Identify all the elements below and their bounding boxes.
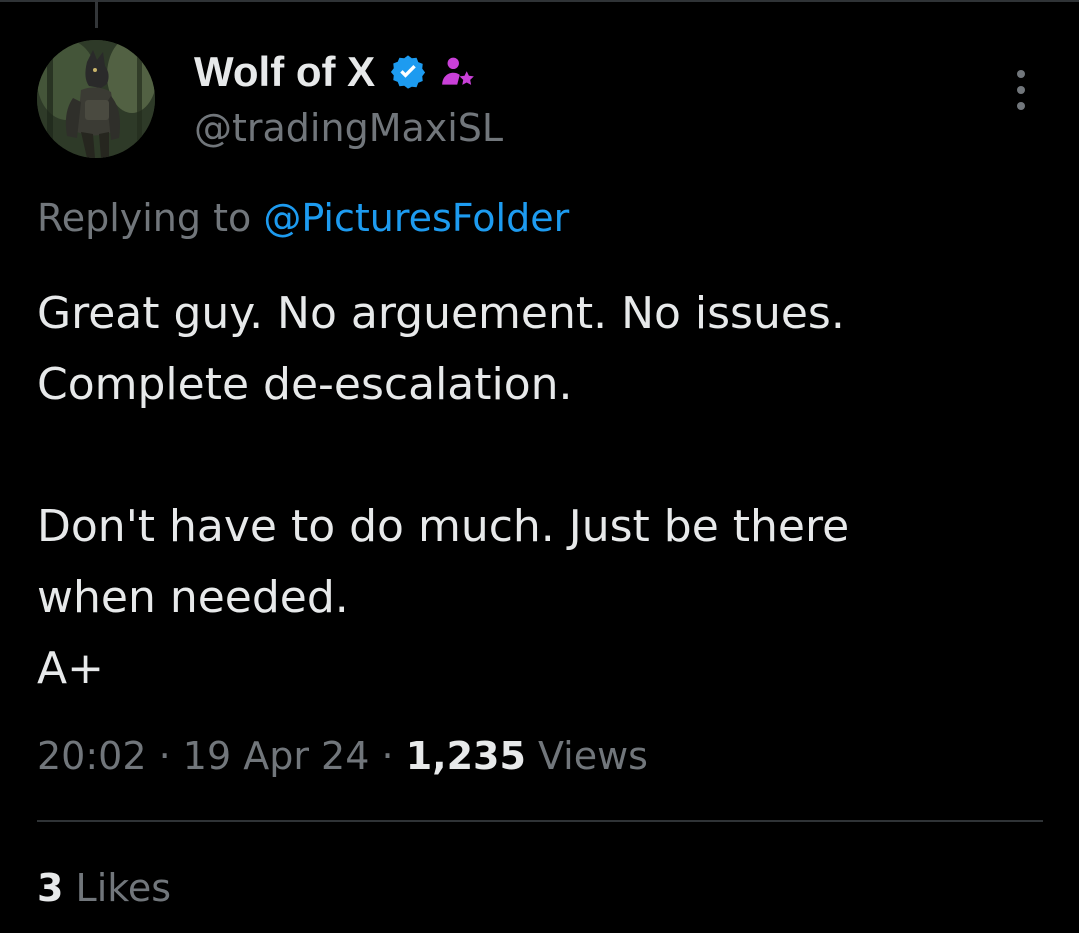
tweet-text-line: Complete de-escalation. <box>37 359 573 410</box>
thread-connector-line <box>95 0 98 28</box>
tweet-date[interactable]: 19 Apr 24 <box>183 734 370 778</box>
tweet-time[interactable]: 20:02 <box>37 734 147 778</box>
tweet-meta: 20:02 · 19 Apr 24 · 1,235 Views <box>37 732 648 780</box>
likes-label[interactable]: Likes <box>76 866 172 910</box>
verified-badge-icon[interactable] <box>389 53 427 91</box>
replying-to-line: Replying to @PicturesFolder <box>37 194 569 242</box>
likes-count[interactable]: 3 <box>37 866 63 910</box>
more-vertical-icon[interactable] <box>1004 70 1038 110</box>
divider <box>37 820 1043 822</box>
more-dot <box>1017 86 1025 94</box>
tweet-text-line: when needed. <box>37 572 349 623</box>
tweet-text-line: A+ <box>37 643 104 694</box>
meta-separator: · <box>158 734 171 778</box>
tweet-text: Great guy. No arguement. No issues. Comp… <box>37 278 1037 704</box>
tweet-text-line: Don't have to do much. Just be there <box>37 501 850 552</box>
author-display-name[interactable]: Wolf of X <box>194 48 375 96</box>
meta-separator: · <box>381 734 394 778</box>
top-border <box>0 0 1079 2</box>
author-display-name-row[interactable]: Wolf of X <box>194 48 477 96</box>
affiliate-badge-icon[interactable] <box>439 53 477 91</box>
views-count[interactable]: 1,235 <box>406 734 526 778</box>
more-dot <box>1017 102 1025 110</box>
views-label[interactable]: Views <box>538 734 648 778</box>
likes-link[interactable]: 3 Likes <box>37 864 171 912</box>
avatar[interactable] <box>37 40 155 158</box>
tweet-text-line: Great guy. No arguement. No issues. <box>37 288 845 339</box>
more-dot <box>1017 70 1025 78</box>
replying-to-label: Replying to <box>37 196 252 240</box>
wolf-warrior-avatar-icon <box>37 40 155 158</box>
author-handle[interactable]: @tradingMaxiSL <box>194 104 503 152</box>
replying-to-mention-link[interactable]: @PicturesFolder <box>263 196 569 240</box>
